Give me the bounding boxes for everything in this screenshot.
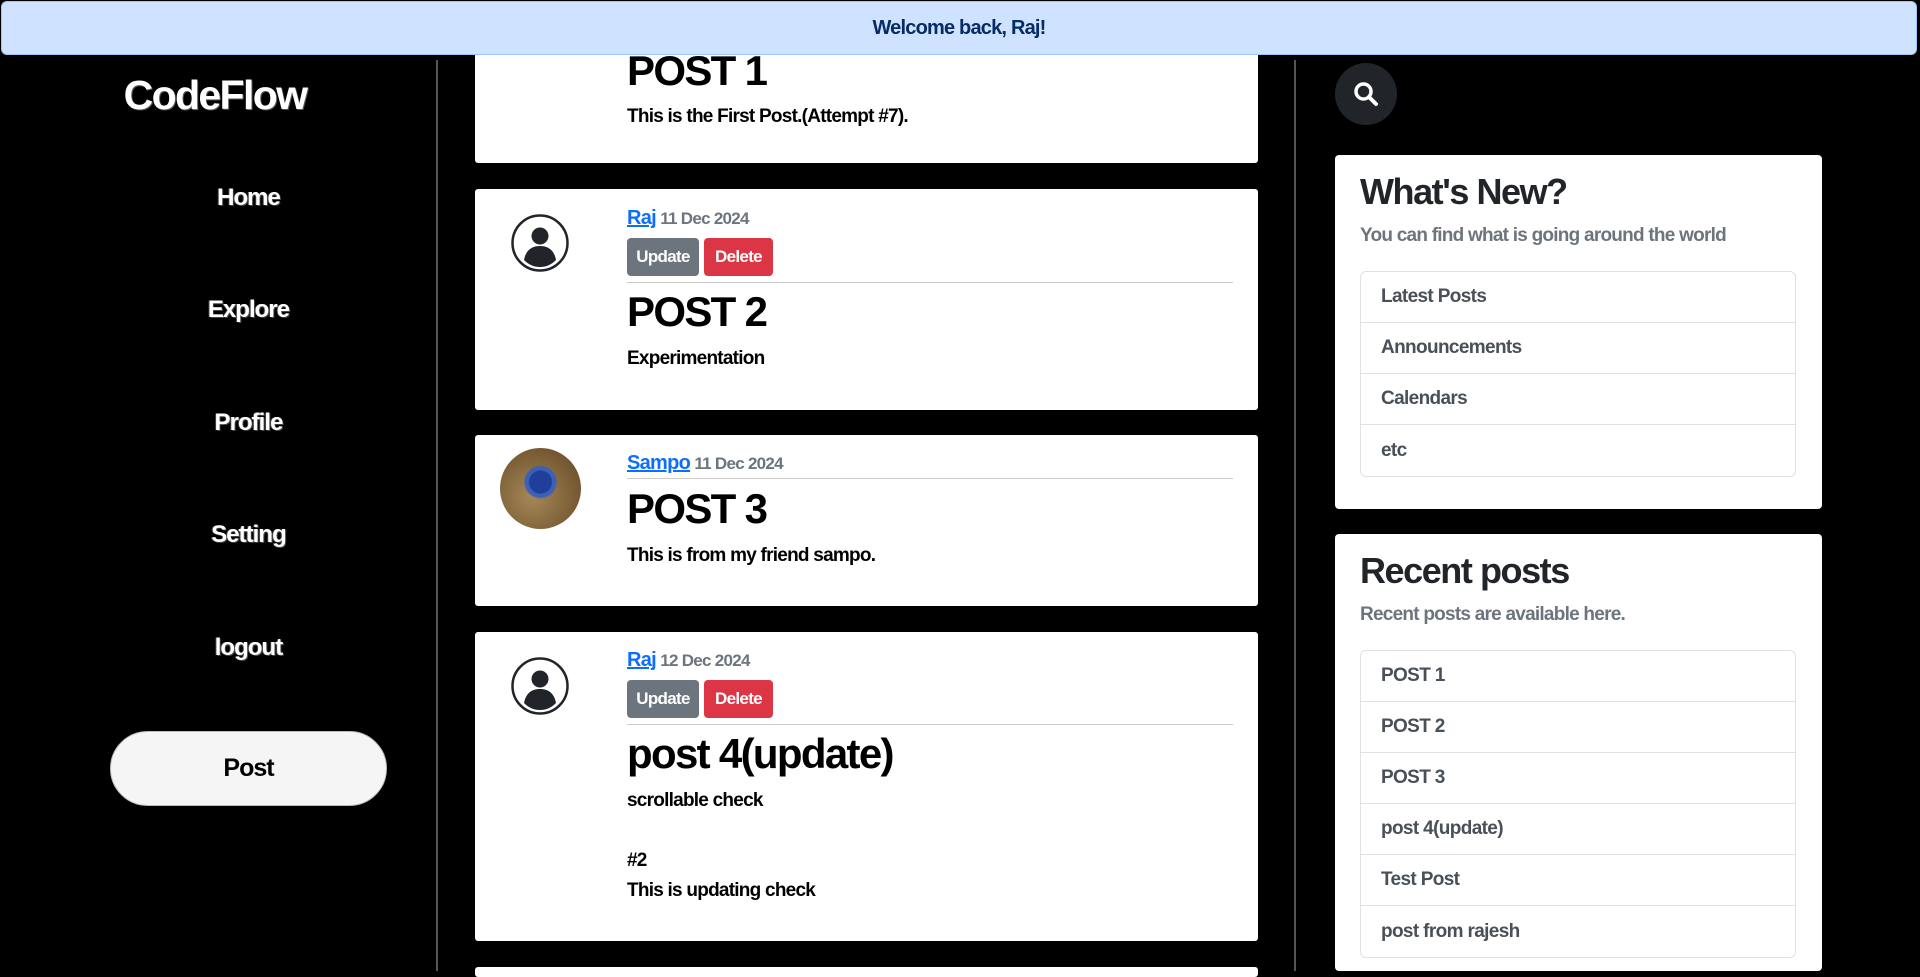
new-post-button[interactable]: Post [110,731,387,806]
search-icon [1354,82,1378,106]
list-item[interactable]: POST 1 [1361,651,1795,702]
post-body: scrollable check #2 This is updating che… [627,790,816,901]
user-avatar-icon [511,657,569,715]
divider [627,724,1233,725]
nav-explore[interactable]: Explore [0,296,497,324]
post-body: This is the First Post.(Attempt #7). [627,106,909,127]
post-card: Raj 11 Dec 2024 Update Delete POST 2 Exp… [475,189,1258,410]
post-date: 11 Dec 2024 [694,454,783,473]
user-avatar-icon [511,214,569,272]
author-link[interactable]: Sampo [627,452,691,474]
divider [627,282,1233,283]
list-item[interactable]: POST 3 [1361,753,1795,804]
update-button[interactable]: Update [627,238,699,276]
whats-new-list: Latest Posts Announcements Calendars etc [1360,271,1796,477]
list-item[interactable]: Calendars [1361,374,1795,425]
post-meta: Raj 11 Dec 2024 [627,207,749,230]
list-item[interactable]: post from rajesh [1361,906,1795,957]
brand-logo[interactable]: CodeFlow [0,72,430,119]
author-link[interactable]: Raj [627,649,657,671]
post-meta: Sampo 11 Dec 2024 [627,452,784,475]
post-body: This is from my friend sampo. [627,545,876,566]
card-title: Recent posts [1360,550,1570,591]
welcome-text: Welcome back, Raj! [872,16,1046,39]
card-subtitle: You can find what is going around the wo… [1360,225,1727,246]
card-subtitle: Recent posts are available here. [1360,604,1626,625]
delete-button[interactable]: Delete [704,680,773,718]
post-card: Sampo 11 Dec 2024 POST 3 This is from my… [475,435,1258,606]
post-card [475,967,1258,977]
post-card: Raj 12 Dec 2024 Update Delete post 4(upd… [475,632,1258,941]
nav-logout[interactable]: logout [0,634,497,662]
recent-posts-card: Recent posts Recent posts are available … [1335,534,1822,971]
divider [627,478,1233,479]
nav-setting[interactable]: Setting [0,521,497,549]
author-avatar-photo [500,448,581,529]
post-title: post 4(update) [627,730,894,777]
list-item[interactable]: post 4(update) [1361,804,1795,855]
list-item[interactable]: Announcements [1361,323,1795,374]
nav-home[interactable]: Home [0,184,497,212]
update-button[interactable]: Update [627,680,699,718]
delete-button[interactable]: Delete [704,238,773,276]
list-item[interactable]: etc [1361,425,1795,476]
nav-profile[interactable]: Profile [0,409,497,437]
post-title: POST 2 [627,288,768,335]
search-button[interactable] [1335,63,1397,125]
list-item[interactable]: Latest Posts [1361,272,1795,323]
post-body: Experimentation [627,348,765,369]
recent-posts-list: POST 1 POST 2 POST 3 post 4(update) Test… [1360,650,1796,958]
welcome-alert: Welcome back, Raj! [1,1,1917,55]
post-date: 12 Dec 2024 [660,651,750,670]
divider-right [1294,60,1296,971]
post-meta: Raj 12 Dec 2024 [627,649,750,672]
divider-left [436,60,438,971]
whats-new-card: What's New? You can find what is going a… [1335,155,1822,509]
post-date: 11 Dec 2024 [660,209,749,228]
card-title: What's New? [1360,171,1568,212]
list-item[interactable]: POST 2 [1361,702,1795,753]
author-link[interactable]: Raj [627,207,657,229]
list-item[interactable]: Test Post [1361,855,1795,906]
post-title: POST 3 [627,485,768,532]
post-card: POST 1 This is the First Post.(Attempt #… [475,40,1258,163]
